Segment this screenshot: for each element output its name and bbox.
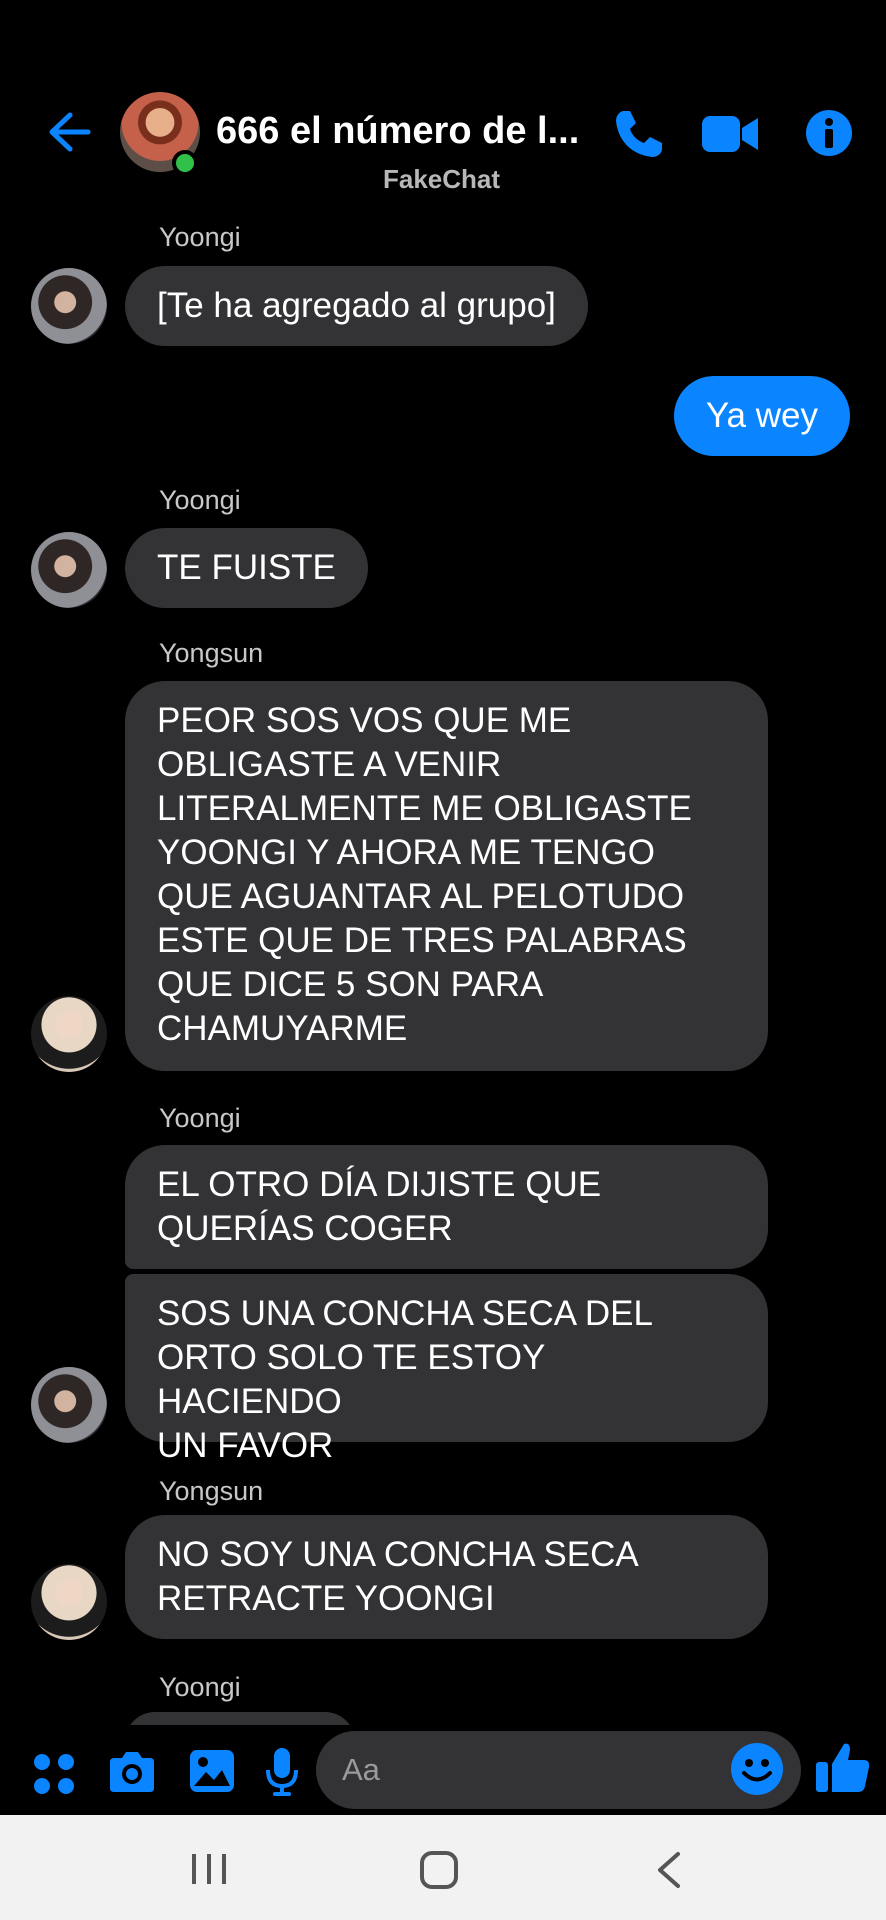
emoji-icon[interactable] <box>730 1742 784 1796</box>
message-line: PEOR SOS VOS QUE ME <box>157 701 572 740</box>
video-camera-icon[interactable] <box>700 112 760 156</box>
camera-icon[interactable] <box>106 1748 158 1796</box>
sender-name: Yoongi <box>159 485 241 515</box>
message-line: CHAMUYARME <box>157 1009 408 1048</box>
message-line: QUE DICE 5 SON PARA <box>157 965 544 1004</box>
message-text: PEOR SOS VOS QUE ME OBLIGASTE A VENIR LI… <box>157 699 692 1051</box>
recent-apps-icon[interactable] <box>186 1852 232 1886</box>
microphone-icon[interactable] <box>264 1746 300 1798</box>
sender-name: Yongsun <box>159 638 264 668</box>
chat-subtitle: FakeChat <box>383 164 501 194</box>
message-bubble[interactable]: PEOR SOS VOS QUE ME OBLIGASTE A VENIR LI… <box>125 681 768 1071</box>
info-icon[interactable] <box>805 109 853 157</box>
sender-name: Yongsun <box>159 1476 264 1506</box>
avatar[interactable] <box>31 268 107 344</box>
chat-screen: 666 el número de l... FakeChat Yoongi [T… <box>0 0 886 1920</box>
message-line: LITERALMENTE ME OBLIGASTE <box>157 789 692 828</box>
message-bubble[interactable]: TE FUISTE <box>125 528 368 608</box>
avatar[interactable] <box>31 532 107 608</box>
message-line: NO SOY UNA CONCHA SECA <box>157 1535 639 1574</box>
chat-header: 666 el número de l... FakeChat <box>0 0 886 205</box>
avatar[interactable] <box>31 1564 107 1640</box>
avatar[interactable] <box>31 996 107 1072</box>
message-line: QUERÍAS COGER <box>157 1209 453 1248</box>
message-bubble-outgoing[interactable]: Ya wey <box>673 376 850 456</box>
message-line: SOS UNA CONCHA SECA DEL <box>157 1294 653 1333</box>
back-arrow-icon[interactable] <box>40 105 94 159</box>
message-line: ESTE QUE DE TRES PALABRAS <box>157 921 687 960</box>
thumbs-up-icon[interactable] <box>814 1738 872 1796</box>
message-text: EL OTRO DÍA DIJISTE QUE QUERÍAS COGER <box>157 1163 601 1251</box>
sender-name: Yoongi <box>159 1103 241 1133</box>
message-line: ORTO SOLO TE ESTOY HACIENDO <box>157 1338 545 1421</box>
message-text: SOS UNA CONCHA SECA DEL ORTO SOLO TE EST… <box>157 1292 736 1468</box>
apps-icon[interactable] <box>32 1752 76 1796</box>
message-line: OBLIGASTE A VENIR <box>157 745 502 784</box>
message-bubble[interactable]: [Te ha agregado al grupo] <box>125 266 588 346</box>
message-bubble[interactable]: NO SOY UNA CONCHA SECA RETRACTE YOONGI <box>125 1515 768 1639</box>
nav-back-icon[interactable] <box>654 1850 684 1890</box>
message-line: YOONGI Y AHORA ME TENGO <box>157 833 655 872</box>
message-line: UN FAVOR <box>157 1426 334 1465</box>
message-bubble[interactable]: SOS UNA CONCHA SECA DEL ORTO SOLO TE EST… <box>125 1274 768 1465</box>
online-status-dot <box>172 150 198 176</box>
home-icon[interactable] <box>419 1850 459 1890</box>
phone-icon[interactable] <box>610 105 668 163</box>
sender-name: Yoongi <box>159 1672 241 1702</box>
avatar[interactable] <box>31 1367 107 1443</box>
sender-name: Yoongi <box>159 222 241 252</box>
gallery-icon[interactable] <box>188 1748 236 1794</box>
message-input[interactable] <box>316 1731 801 1809</box>
message-bubble[interactable]: EL OTRO DÍA DIJISTE QUE QUERÍAS COGER <box>125 1145 768 1269</box>
message-line: QUE AGUANTAR AL PELOTUDO <box>157 877 685 916</box>
message-line: EL OTRO DÍA DIJISTE QUE <box>157 1165 602 1204</box>
message-text: NO SOY UNA CONCHA SECA RETRACTE YOONGI <box>157 1533 639 1621</box>
message-line: RETRACTE YOONGI <box>157 1579 495 1618</box>
chat-title[interactable]: 666 el número de l... <box>216 110 596 153</box>
